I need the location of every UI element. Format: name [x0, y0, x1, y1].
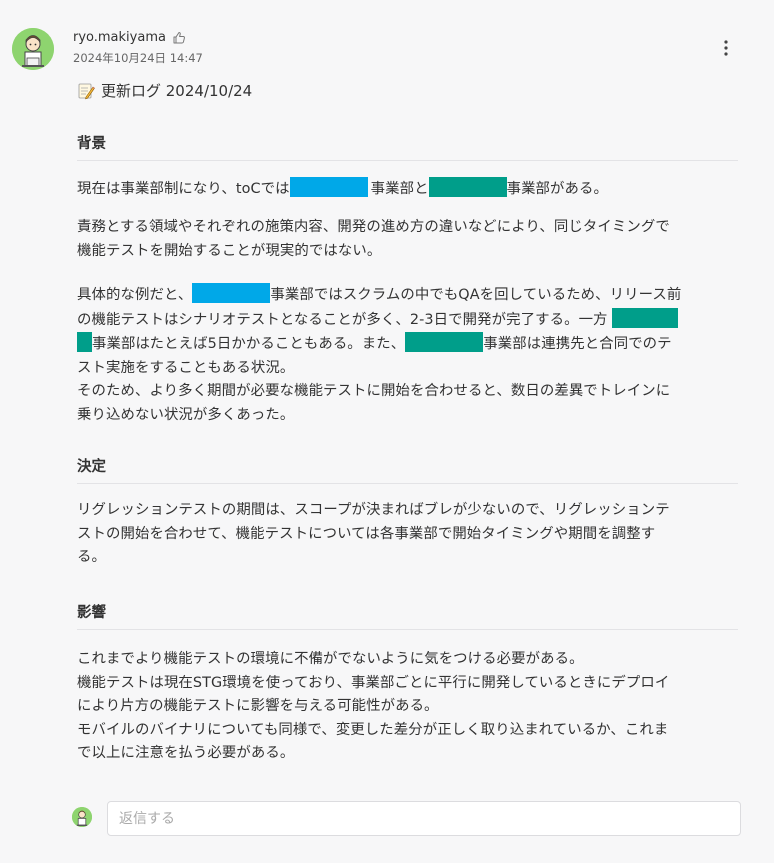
text-line: で以上に注意を払う必要がある。 [77, 745, 295, 761]
redacted-block [192, 283, 271, 303]
text-line: モバイルのバイナリについても同様で、変更した差分が正しく取り込まれているか、これ… [77, 721, 669, 738]
text-line: スト実施をすることもある状況。 [77, 359, 295, 376]
text-line: の機能テストはシナリオテストとなることが多く、2-3日で開発が完了する。一方 [77, 307, 745, 333]
text-line: ストの開始を合わせて、機能テストについては各事業部で開始タイミングや期間を調整す [77, 525, 656, 542]
text-line: 事業部はたとえば5日かかることもある。また、 事業部は連携先と合同でのテ [77, 332, 745, 357]
text-line: 責務とする領域やそれぞれの施策内容、開発の進め方の違いなどにより、同じタイミング… [77, 219, 670, 235]
text-span: の機能テストはシナリオテストとなることが多く、2-3日で開発が完了する。一方 [77, 311, 608, 328]
post-card: ryo.makiyama 2024年10月24日 14:47 更新ログ 2024… [0, 0, 774, 863]
text-span: 事業部がある。 [506, 181, 609, 197]
redacted-block [77, 332, 92, 352]
text-line: により片方の機能テストに影響を与える可能性がある。 [77, 698, 439, 714]
thumbs-up-icon[interactable] [172, 30, 186, 44]
redacted-block [612, 307, 679, 328]
text-span: 事業部はたとえば5日かかることもある。また、 [92, 336, 406, 352]
text-span: 事業部は連携先と合同でのテ [483, 336, 672, 352]
background-paragraph-2: 責務とする領域やそれぞれの施策内容、開発の進め方の違いなどにより、同じタイミング… [77, 216, 745, 263]
author-name[interactable]: ryo.makiyama [73, 30, 166, 46]
text-line: 機能テストは現在STG環境を使っており、事業部ごとに平行に開発しているときにデプ… [77, 674, 670, 691]
text-span: 具体的な例だと、 [77, 287, 193, 303]
impact-paragraph: これまでより機能テストの環境に不備がでないように気をつける必要がある。 機能テス… [77, 648, 745, 766]
post-title: 更新ログ 2024/10/24 [77, 80, 252, 102]
text-line: リグレッションテストの期間は、スコープが決まればブレが少ないので、リグレッション… [77, 502, 670, 518]
section-heading-decision: 決定 [77, 457, 738, 484]
text-span: 現在は事業部制になり、toCでは [77, 181, 290, 197]
section-heading-impact: 影響 [77, 603, 738, 630]
section-heading-background: 背景 [77, 134, 738, 161]
redacted-block [428, 177, 507, 197]
post-timestamp: 2024年10月24日 14:47 [73, 51, 203, 65]
text-line: 乗り込めない状況が多くあった。 [77, 406, 295, 423]
more-vertical-icon[interactable] [716, 38, 736, 58]
redacted-block [289, 177, 368, 197]
background-paragraph-1: 現在は事業部制になり、toCでは 事業部と 事業部がある。 [77, 177, 745, 202]
text-line: 具体的な例だと、 事業部ではスクラムの中でもQAを回しているため、リリース前 [77, 283, 745, 308]
text-line: これまでより機能テストの環境に不備がでないように気をつける必要がある。 [77, 651, 584, 667]
background-paragraph-3: 具体的な例だと、 事業部ではスクラムの中でもQAを回しているため、リリース前 の機… [77, 283, 745, 427]
text-span: 事業部と [370, 181, 429, 197]
text-span: 事業部ではスクラムの中でもQAを回しているため、リリース前 [270, 287, 682, 303]
text-line: そのため、より多く期間が必要な機能テストに開始を合わせると、数日の差異でトレイン… [77, 383, 671, 399]
reply-input[interactable] [107, 801, 741, 836]
reply-avatar [72, 807, 92, 827]
post-title-text: 更新ログ 2024/10/24 [101, 82, 253, 100]
text-line: 機能テストを開始することが現実的ではない。 [77, 242, 382, 259]
memo-icon [77, 82, 95, 100]
text-line: る。 [77, 549, 106, 565]
decision-paragraph: リグレッションテストの期間は、スコープが決まればブレが少ないので、リグレッション… [77, 499, 745, 570]
author-avatar[interactable] [12, 28, 54, 70]
redacted-block [405, 332, 484, 352]
